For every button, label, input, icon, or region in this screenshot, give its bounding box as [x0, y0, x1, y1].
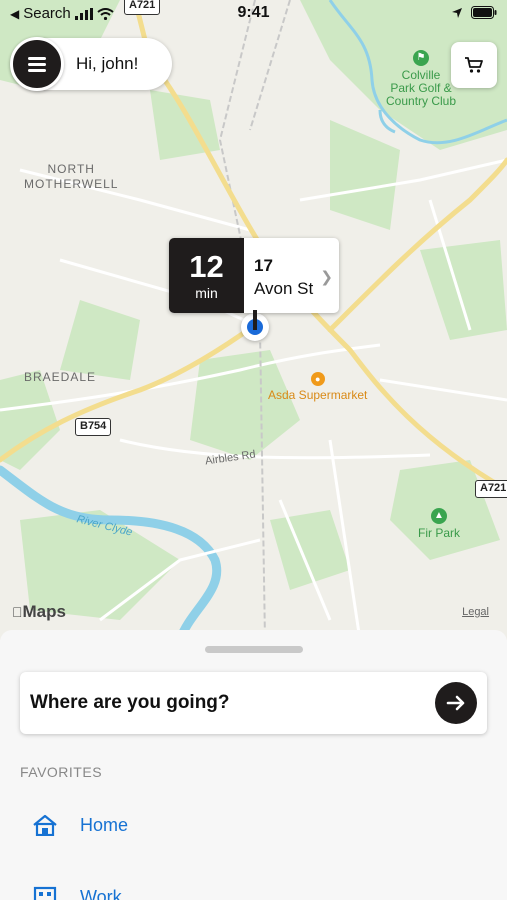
destination-search[interactable]: Where are you going? — [20, 672, 487, 734]
eta-value: 12 — [189, 248, 224, 284]
chevron-right-icon: ❯ — [320, 269, 333, 286]
map-label-north-motherwell: NORTH MOTHERWELL — [24, 162, 118, 192]
cart-icon — [465, 57, 483, 73]
favorite-item-home[interactable]: Home — [32, 814, 128, 836]
poi-label: Country Club — [386, 94, 457, 108]
greeting-text: Hi, john! — [76, 54, 139, 73]
bottom-sheet: Where are you going? FAVORITES Home Work — [0, 630, 507, 900]
favorite-label: Home — [80, 814, 129, 835]
map-view[interactable]: NORTH MOTHERWELL BRAEDALE Airbles Rd Riv… — [0, 0, 507, 640]
poi-label: Asda Supermarket — [268, 388, 368, 402]
pickup-callout[interactable]: 12 min 17 Avon St ❯ — [169, 238, 339, 313]
status-time: 9:41 — [237, 4, 270, 21]
menu-button[interactable] — [10, 37, 64, 91]
location-arrow-icon — [452, 7, 462, 18]
sheet-grabber[interactable] — [205, 646, 303, 653]
legal-link[interactable]: Legal — [462, 606, 489, 618]
go-button[interactable] — [435, 682, 477, 724]
maps-attribution-text: Maps — [12, 602, 66, 621]
home-icon — [33, 814, 57, 836]
shopping-bag-icon: ● — [310, 372, 325, 386]
favorite-item-work[interactable]: Work — [32, 886, 122, 900]
road-shield-b754: B754 — [75, 418, 112, 436]
work-icon — [33, 886, 57, 900]
favorites-heading: FAVORITES — [20, 764, 103, 780]
pickup-address: 17 Avon St ❯ — [244, 238, 339, 313]
screen: NORTH MOTHERWELL BRAEDALE Airbles Rd Riv… — [0, 0, 507, 900]
road-shield-a721: A721 — [475, 480, 507, 498]
map-label-line: NORTH — [47, 162, 95, 176]
greeting-pill: Hi, john! — [10, 37, 172, 91]
favorite-label: Work — [80, 886, 122, 900]
poi-colville-park[interactable]: ⚑ Colville Park Golf & Country Club — [386, 50, 456, 108]
status-right — [451, 6, 497, 19]
golf-icon: ⚑ — [413, 50, 430, 66]
destination-prompt: Where are you going? — [30, 692, 230, 713]
poi-fir-park[interactable]: ▲ Fir Park — [418, 508, 460, 540]
hamburger-menu-icon — [28, 57, 46, 72]
status-bar: ◀ Search 9:41 — [0, 0, 507, 28]
map-label-line: MOTHERWELL — [24, 177, 119, 191]
battery-icon — [471, 6, 497, 19]
poi-label: Fir Park — [418, 526, 460, 540]
map-label-braedale: BRAEDALE — [24, 370, 97, 384]
maps-attribution: Maps — [12, 602, 66, 622]
eta-box: 12 min — [169, 238, 244, 313]
poi-asda[interactable]: ● Asda Supermarket — [268, 372, 367, 402]
pin-stem — [253, 310, 257, 330]
apple-logo-icon:  — [12, 604, 23, 620]
tree-icon: ▲ — [431, 508, 447, 524]
arrow-right-icon — [446, 695, 465, 711]
eta-unit: min — [195, 284, 218, 301]
cart-button[interactable] — [451, 42, 497, 88]
